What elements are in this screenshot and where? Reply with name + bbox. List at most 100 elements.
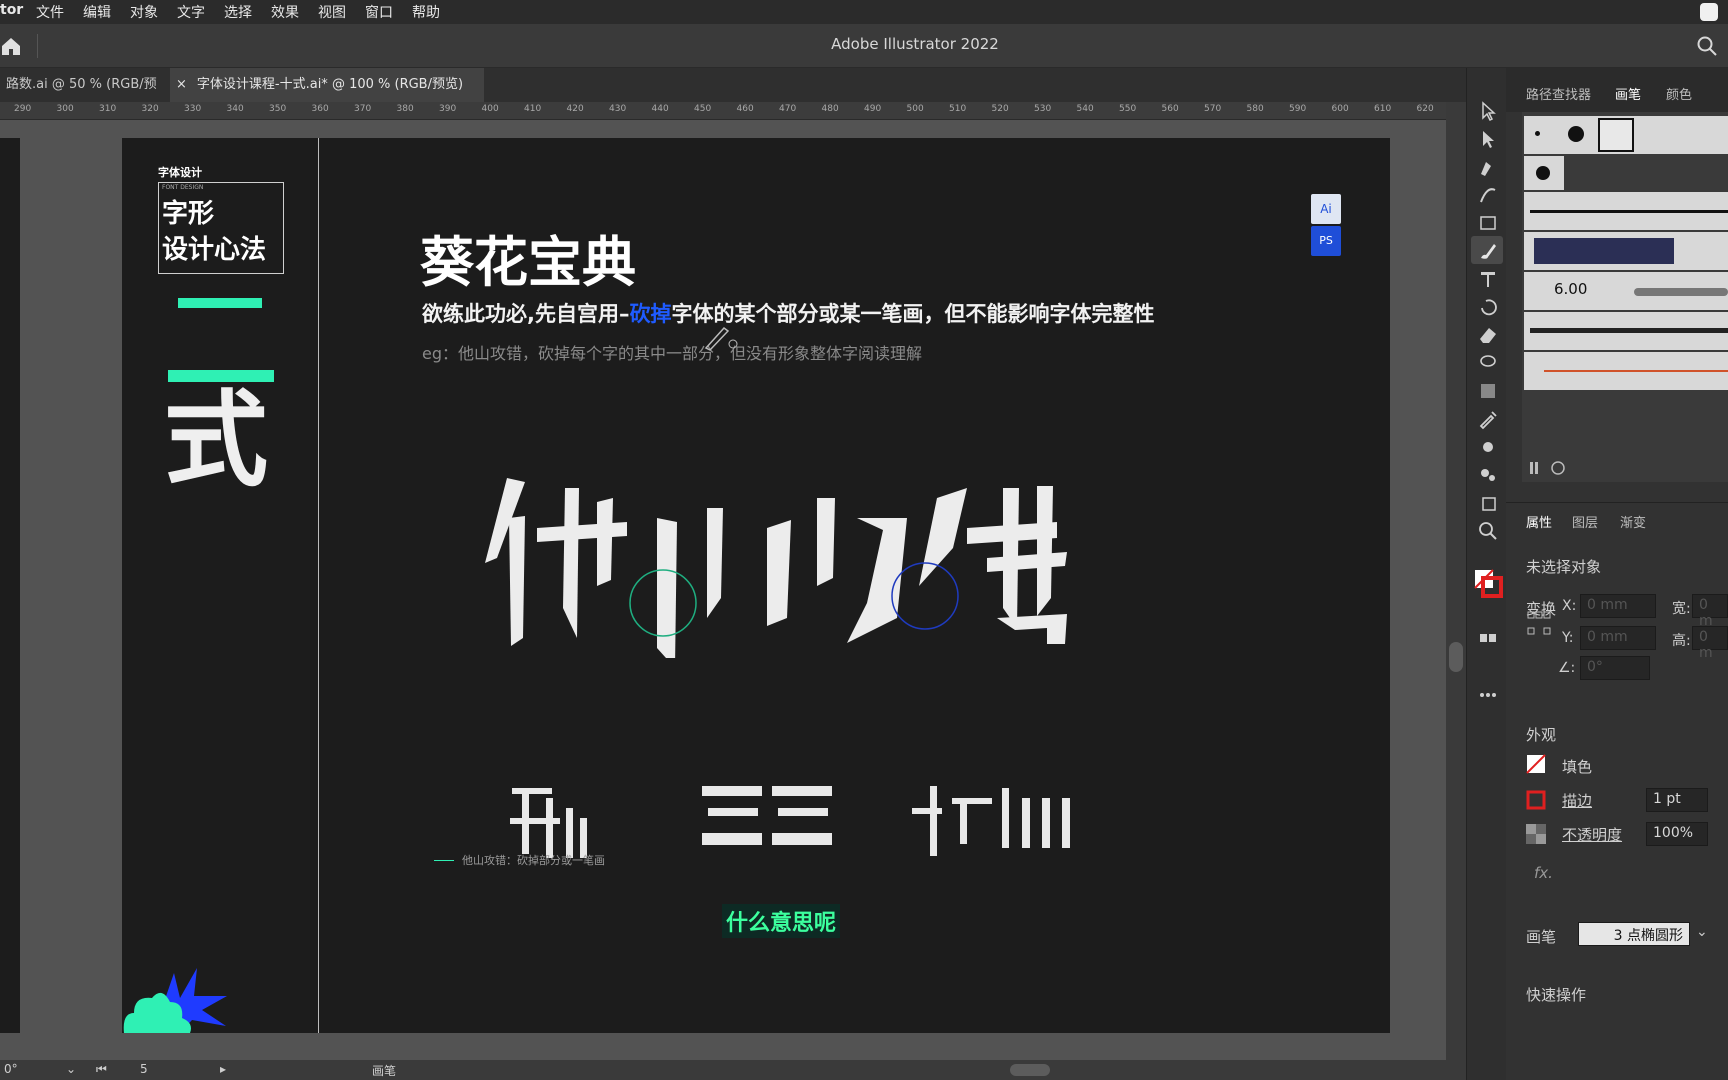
eyedropper-tool-icon[interactable]: [1477, 408, 1499, 430]
app-menu[interactable]: tor: [0, 2, 23, 18]
x-field[interactable]: 0 mm: [1580, 594, 1656, 618]
stroke-weight-field[interactable]: 1 pt: [1646, 788, 1708, 812]
more-tools-icon[interactable]: [1477, 684, 1499, 706]
brush-dot-large[interactable]: [1568, 126, 1584, 142]
puppet-warp-tool-icon[interactable]: [1477, 436, 1499, 458]
rectangle-tool-icon[interactable]: [1477, 212, 1499, 234]
menu-edit[interactable]: 编辑: [83, 2, 111, 22]
height-field[interactable]: 0 m: [1692, 626, 1728, 661]
fx-button[interactable]: fx.: [1534, 864, 1553, 882]
gradient-tool-icon[interactable]: [1477, 380, 1499, 402]
menu-help[interactable]: 帮助: [412, 2, 440, 22]
close-icon[interactable]: ×: [176, 77, 187, 92]
zoom-tool-icon[interactable]: [1477, 520, 1499, 542]
tab-layers[interactable]: 图层: [1572, 512, 1598, 531]
tab-color[interactable]: 颜色: [1666, 84, 1692, 103]
menu-view[interactable]: 视图: [318, 2, 346, 22]
brush-library-menu-icon[interactable]: [1528, 458, 1568, 476]
first-page-icon[interactable]: ⏮: [96, 1062, 107, 1077]
tab-document-2[interactable]: × 字体设计课程-十式.ai* @ 100 % (RGB/预览): [170, 68, 484, 102]
page-number[interactable]: 5: [140, 1062, 148, 1076]
cc-icon[interactable]: [1700, 3, 1718, 21]
tab-properties[interactable]: 属性: [1526, 512, 1552, 531]
brush-label: 画笔: [1526, 928, 1557, 946]
brush-selected[interactable]: [1598, 118, 1634, 152]
menu-effect[interactable]: 效果: [271, 2, 299, 22]
menu-file[interactable]: 文件: [36, 2, 64, 22]
eraser-tool-icon[interactable]: [1477, 324, 1499, 346]
type-tool-icon[interactable]: [1477, 268, 1499, 290]
menu-object[interactable]: 对象: [130, 2, 158, 22]
y-label: Y:: [1562, 630, 1574, 646]
ruler-tick-label: 390: [439, 104, 457, 114]
canvas[interactable]: 字体设计 FONT DESIGN 字形 设计心法 式 葵花宝典 欲练此功必,先自…: [0, 120, 1446, 1060]
lasso-tool-icon[interactable]: [1477, 352, 1499, 374]
rule-line-pre: 欲练此功必,先自宫用–: [422, 302, 630, 326]
window-title: Adobe Illustrator 2022: [831, 35, 999, 53]
slide-sidebar: 字体设计 FONT DESIGN 字形 设计心法 式: [122, 138, 319, 1033]
brush-charcoal[interactable]: [1524, 312, 1728, 350]
title-bar: Adobe Illustrator 2022: [0, 24, 1728, 68]
artboard[interactable]: 字体设计 FONT DESIGN 字形 设计心法 式 葵花宝典 欲练此功必,先自…: [122, 138, 1390, 1033]
brush-size-value: 6.00: [1554, 280, 1588, 298]
next-page-icon[interactable]: ▸: [220, 1062, 226, 1076]
fill-stroke-swatch-icon[interactable]: [1473, 568, 1503, 598]
menu-type[interactable]: 文字: [177, 2, 205, 22]
brush-calligraphic[interactable]: 6.00: [1524, 272, 1728, 310]
rotate-tool-icon[interactable]: [1477, 296, 1499, 318]
symbol-sprayer-tool-icon[interactable]: [1477, 464, 1499, 486]
caption: 他山攻错：砍掉部分或一笔画: [462, 854, 605, 867]
ruler-tick-label: 330: [184, 104, 202, 114]
search-icon[interactable]: [1696, 35, 1718, 57]
chevron-down-icon[interactable]: ⌄: [66, 1062, 76, 1076]
example-line: eg：他山攻错，砍掉每个字的其中一部分，但没有形象整体字阅读理解: [422, 344, 923, 363]
selection-tool-icon[interactable]: [1477, 100, 1499, 122]
pen-tool-icon[interactable]: [1477, 156, 1499, 178]
curvature-tool-icon[interactable]: [1477, 184, 1499, 206]
reference-point-icon[interactable]: [1526, 610, 1552, 636]
fill-swatch-icon[interactable]: [1526, 754, 1546, 774]
brush-arrow[interactable]: [1524, 352, 1728, 390]
brush-line-1[interactable]: [1524, 192, 1728, 230]
ruler-tick-label: 320: [141, 104, 159, 114]
chevron-down-icon[interactable]: ⌄: [1696, 924, 1708, 940]
rule-line-highlight: 砍掉: [629, 302, 672, 326]
scroll-thumb[interactable]: [1449, 642, 1463, 672]
width-field[interactable]: 0 m: [1692, 594, 1728, 629]
rotation-readout[interactable]: 0°: [4, 1062, 18, 1076]
tab-pathfinder[interactable]: 路径查找器: [1526, 84, 1591, 103]
rule-line-post: 字体的某个部分或某一笔画，但不能影响字体完整性: [671, 302, 1155, 326]
video-subtitle: 什么意思呢: [722, 904, 841, 938]
tab-brushes[interactable]: 画笔: [1615, 84, 1641, 103]
opacity-label[interactable]: 不透明度: [1562, 824, 1622, 845]
stroke-label[interactable]: 描边: [1562, 790, 1592, 811]
brush-dropdown[interactable]: 3 点椭圆形: [1578, 922, 1690, 946]
tab-document-1[interactable]: 路数.ai @ 50 % (RGB/预览): [0, 68, 170, 126]
opacity-field[interactable]: 100%: [1646, 822, 1708, 846]
horizontal-ruler[interactable]: 290 300 310 320 330 340 350 360 370 380 390 400 410 4…: [0, 102, 1446, 120]
stroke-swatch-icon[interactable]: [1526, 790, 1546, 810]
brush-dot-small[interactable]: [1535, 131, 1540, 136]
vertical-scrollbar[interactable]: [1446, 102, 1466, 1060]
home-icon[interactable]: [0, 35, 22, 57]
heading: 葵花宝典: [420, 231, 636, 294]
angle-field[interactable]: 0°: [1580, 656, 1650, 680]
quick-actions-heading: 快速操作: [1526, 986, 1587, 1004]
menu-window[interactable]: 窗口: [365, 2, 393, 22]
tab-gradient[interactable]: 渐变: [1620, 512, 1646, 531]
horizontal-scroll-thumb[interactable]: [1010, 1064, 1050, 1076]
box-line-2: 设计心法: [162, 235, 267, 265]
ruler-tick-label: 380: [396, 104, 414, 114]
ruler-tick-label: 500: [906, 104, 924, 114]
ruler-tick-label: 570: [1204, 104, 1222, 114]
paintbrush-tool-icon[interactable]: [1477, 240, 1499, 262]
draw-modes-icon[interactable]: [1477, 628, 1499, 650]
y-field[interactable]: 0 mm: [1580, 626, 1656, 650]
title-box: FONT DESIGN 字形 设计心法: [158, 182, 284, 274]
direct-selection-tool-icon[interactable]: [1477, 128, 1499, 150]
menu-select[interactable]: 选择: [224, 2, 252, 22]
artboard-tool-icon[interactable]: [1477, 492, 1499, 514]
ruler-tick-label: 490: [864, 104, 882, 114]
ruler-tick-label: 540: [1076, 104, 1094, 114]
brush-pattern[interactable]: [1524, 232, 1728, 270]
